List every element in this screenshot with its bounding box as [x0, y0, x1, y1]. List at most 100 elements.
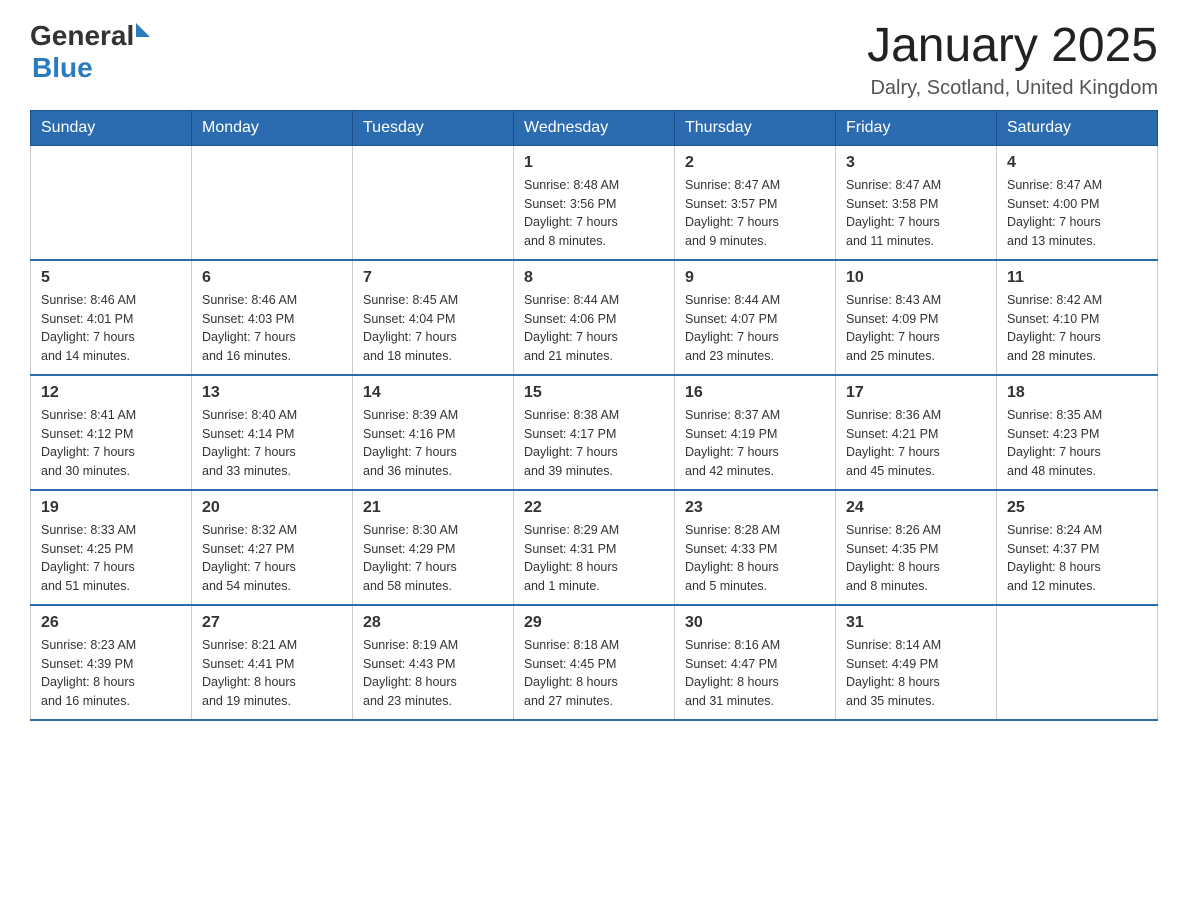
day-info: Sunrise: 8:43 AM Sunset: 4:09 PM Dayligh…	[846, 291, 986, 366]
day-number: 23	[685, 499, 825, 517]
calendar-day-cell: 9 Sunrise: 8:44 AM Sunset: 4:07 PM Daylig…	[675, 260, 836, 375]
day-info: Sunrise: 8:19 AM Sunset: 4:43 PM Dayligh…	[363, 636, 503, 711]
day-info: Sunrise: 8:44 AM Sunset: 4:07 PM Dayligh…	[685, 291, 825, 366]
calendar-day-cell: 18 Sunrise: 8:35 AM Sunset: 4:23 PM Dayli…	[997, 375, 1158, 490]
page-header: General Blue January 2025 Dalry, Scotlan…	[30, 20, 1158, 100]
day-number: 12	[41, 384, 181, 402]
day-info: Sunrise: 8:47 AM Sunset: 3:57 PM Dayligh…	[685, 176, 825, 251]
calendar-day-cell: 8 Sunrise: 8:44 AM Sunset: 4:06 PM Daylig…	[514, 260, 675, 375]
calendar-week-row: 5 Sunrise: 8:46 AM Sunset: 4:01 PM Daylig…	[31, 260, 1158, 375]
calendar-day-cell: 27Sunrise: 8:21 AM Sunset: 4:41 PM Dayli…	[192, 605, 353, 720]
day-info: Sunrise: 8:36 AM Sunset: 4:21 PM Dayligh…	[846, 406, 986, 481]
day-info: Sunrise: 8:44 AM Sunset: 4:06 PM Dayligh…	[524, 291, 664, 366]
calendar-week-row: 19 Sunrise: 8:33 AM Sunset: 4:25 PM Dayli…	[31, 490, 1158, 605]
day-number: 31	[846, 614, 986, 632]
logo: General Blue	[30, 20, 150, 84]
day-info: Sunrise: 8:46 AM Sunset: 4:01 PM Dayligh…	[41, 291, 181, 366]
day-info: Sunrise: 8:47 AM Sunset: 3:58 PM Dayligh…	[846, 176, 986, 251]
day-info: Sunrise: 8:40 AM Sunset: 4:14 PM Dayligh…	[202, 406, 342, 481]
calendar-day-cell: 29 Sunrise: 8:18 AM Sunset: 4:45 PM Dayli…	[514, 605, 675, 720]
calendar-day-cell: 13 Sunrise: 8:40 AM Sunset: 4:14 PM Dayli…	[192, 375, 353, 490]
day-info: Sunrise: 8:16 AM Sunset: 4:47 PM Dayligh…	[685, 636, 825, 711]
day-info: Sunrise: 8:46 AM Sunset: 4:03 PM Dayligh…	[202, 291, 342, 366]
day-number: 10	[846, 269, 986, 287]
day-info: Sunrise: 8:18 AM Sunset: 4:45 PM Dayligh…	[524, 636, 664, 711]
day-info: Sunrise: 8:48 AM Sunset: 3:56 PM Dayligh…	[524, 176, 664, 251]
calendar-day-cell	[997, 605, 1158, 720]
day-number: 25	[1007, 499, 1147, 517]
calendar-day-cell: 1 Sunrise: 8:48 AM Sunset: 3:56 PM Daylig…	[514, 145, 675, 260]
day-info: Sunrise: 8:42 AM Sunset: 4:10 PM Dayligh…	[1007, 291, 1147, 366]
day-info: Sunrise: 8:38 AM Sunset: 4:17 PM Dayligh…	[524, 406, 664, 481]
calendar-day-header: Saturday	[997, 110, 1158, 145]
title-section: January 2025 Dalry, Scotland, United Kin…	[867, 20, 1158, 100]
day-info: Sunrise: 8:35 AM Sunset: 4:23 PM Dayligh…	[1007, 406, 1147, 481]
calendar-day-cell: 24Sunrise: 8:26 AM Sunset: 4:35 PM Dayli…	[836, 490, 997, 605]
calendar-day-cell: 14 Sunrise: 8:39 AM Sunset: 4:16 PM Dayli…	[353, 375, 514, 490]
calendar-day-cell: 28 Sunrise: 8:19 AM Sunset: 4:43 PM Dayli…	[353, 605, 514, 720]
day-number: 6	[202, 269, 342, 287]
calendar-day-cell: 2 Sunrise: 8:47 AM Sunset: 3:57 PM Daylig…	[675, 145, 836, 260]
day-number: 14	[363, 384, 503, 402]
day-number: 18	[1007, 384, 1147, 402]
day-info: Sunrise: 8:30 AM Sunset: 4:29 PM Dayligh…	[363, 521, 503, 596]
calendar-day-cell: 10 Sunrise: 8:43 AM Sunset: 4:09 PM Dayli…	[836, 260, 997, 375]
calendar-day-cell: 19 Sunrise: 8:33 AM Sunset: 4:25 PM Dayli…	[31, 490, 192, 605]
logo-general-text: General	[30, 20, 134, 52]
calendar-day-cell: 23Sunrise: 8:28 AM Sunset: 4:33 PM Dayli…	[675, 490, 836, 605]
calendar-day-cell: 7 Sunrise: 8:45 AM Sunset: 4:04 PM Daylig…	[353, 260, 514, 375]
day-number: 20	[202, 499, 342, 517]
day-info: Sunrise: 8:37 AM Sunset: 4:19 PM Dayligh…	[685, 406, 825, 481]
calendar-day-header: Tuesday	[353, 110, 514, 145]
day-number: 30	[685, 614, 825, 632]
day-info: Sunrise: 8:45 AM Sunset: 4:04 PM Dayligh…	[363, 291, 503, 366]
calendar-day-cell: 4Sunrise: 8:47 AM Sunset: 4:00 PM Daylig…	[997, 145, 1158, 260]
calendar-day-header: Sunday	[31, 110, 192, 145]
day-info: Sunrise: 8:29 AM Sunset: 4:31 PM Dayligh…	[524, 521, 664, 596]
calendar-header-row: SundayMondayTuesdayWednesdayThursdayFrid…	[31, 110, 1158, 145]
day-number: 19	[41, 499, 181, 517]
calendar-title: January 2025	[867, 20, 1158, 73]
day-number: 24	[846, 499, 986, 517]
calendar-week-row: 12 Sunrise: 8:41 AM Sunset: 4:12 PM Dayli…	[31, 375, 1158, 490]
calendar-day-cell: 22Sunrise: 8:29 AM Sunset: 4:31 PM Dayli…	[514, 490, 675, 605]
day-number: 13	[202, 384, 342, 402]
day-number: 1	[524, 154, 664, 172]
calendar-day-cell	[31, 145, 192, 260]
day-number: 29	[524, 614, 664, 632]
day-number: 11	[1007, 269, 1147, 287]
day-info: Sunrise: 8:33 AM Sunset: 4:25 PM Dayligh…	[41, 521, 181, 596]
calendar-day-header: Monday	[192, 110, 353, 145]
logo-blue-text: Blue	[32, 52, 93, 84]
calendar-day-cell: 30 Sunrise: 8:16 AM Sunset: 4:47 PM Dayli…	[675, 605, 836, 720]
calendar-day-cell: 15 Sunrise: 8:38 AM Sunset: 4:17 PM Dayli…	[514, 375, 675, 490]
calendar-day-cell	[353, 145, 514, 260]
day-number: 3	[846, 154, 986, 172]
day-number: 7	[363, 269, 503, 287]
day-info: Sunrise: 8:32 AM Sunset: 4:27 PM Dayligh…	[202, 521, 342, 596]
day-number: 8	[524, 269, 664, 287]
day-number: 15	[524, 384, 664, 402]
day-info: Sunrise: 8:41 AM Sunset: 4:12 PM Dayligh…	[41, 406, 181, 481]
calendar-week-row: 26Sunrise: 8:23 AM Sunset: 4:39 PM Dayli…	[31, 605, 1158, 720]
day-number: 5	[41, 269, 181, 287]
day-number: 9	[685, 269, 825, 287]
day-info: Sunrise: 8:21 AM Sunset: 4:41 PM Dayligh…	[202, 636, 342, 711]
day-number: 21	[363, 499, 503, 517]
day-number: 16	[685, 384, 825, 402]
calendar-day-cell: 12 Sunrise: 8:41 AM Sunset: 4:12 PM Dayli…	[31, 375, 192, 490]
day-number: 2	[685, 154, 825, 172]
day-number: 28	[363, 614, 503, 632]
calendar-day-cell	[192, 145, 353, 260]
calendar-day-cell: 31 Sunrise: 8:14 AM Sunset: 4:49 PM Dayli…	[836, 605, 997, 720]
calendar-day-cell: 25Sunrise: 8:24 AM Sunset: 4:37 PM Dayli…	[997, 490, 1158, 605]
calendar-day-header: Friday	[836, 110, 997, 145]
day-number: 4	[1007, 154, 1147, 172]
calendar-day-cell: 26Sunrise: 8:23 AM Sunset: 4:39 PM Dayli…	[31, 605, 192, 720]
calendar-day-cell: 3 Sunrise: 8:47 AM Sunset: 3:58 PM Daylig…	[836, 145, 997, 260]
day-info: Sunrise: 8:39 AM Sunset: 4:16 PM Dayligh…	[363, 406, 503, 481]
day-info: Sunrise: 8:14 AM Sunset: 4:49 PM Dayligh…	[846, 636, 986, 711]
calendar-day-cell: 21 Sunrise: 8:30 AM Sunset: 4:29 PM Dayli…	[353, 490, 514, 605]
calendar-day-cell: 6 Sunrise: 8:46 AM Sunset: 4:03 PM Daylig…	[192, 260, 353, 375]
logo-triangle-icon	[136, 23, 150, 37]
